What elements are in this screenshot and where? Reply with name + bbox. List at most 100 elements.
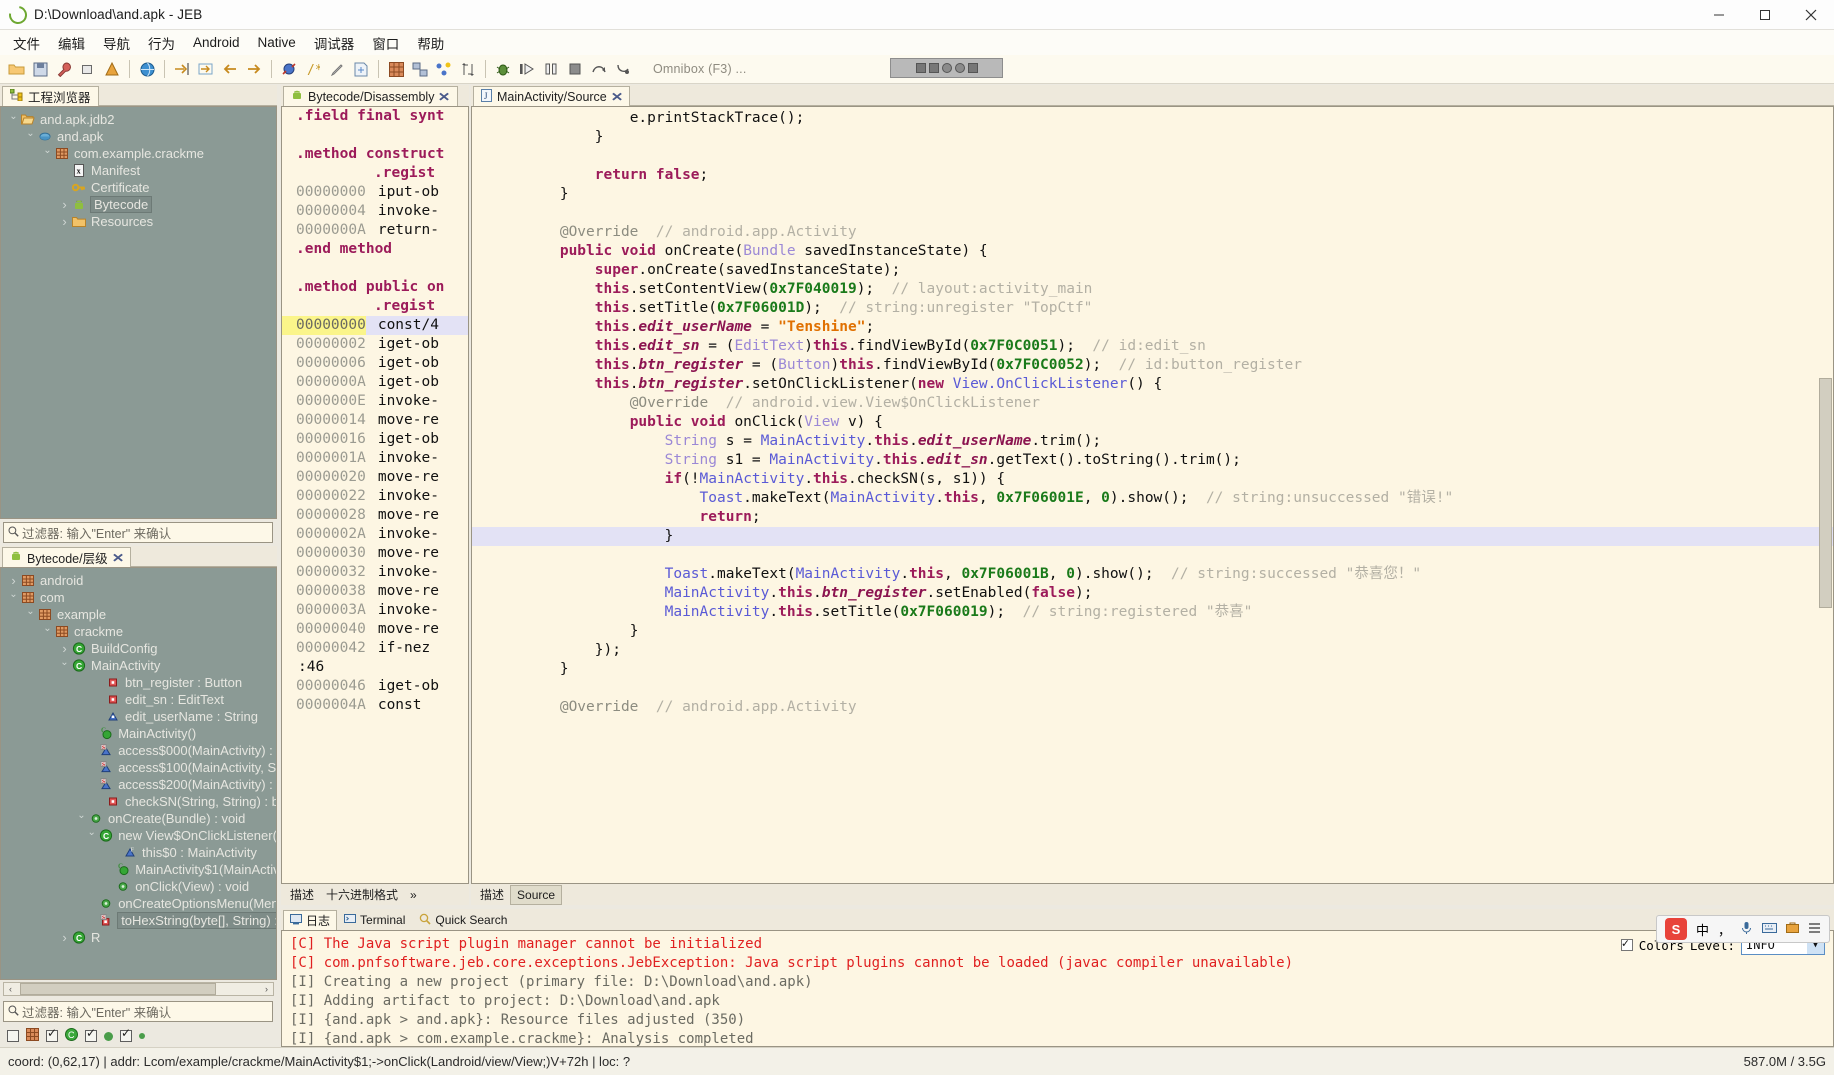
source-line[interactable] (472, 147, 1833, 166)
hierarchy-icon[interactable] (457, 58, 479, 80)
bytecode-line[interactable]: .field final synt (282, 107, 468, 126)
hierarchy-filter-input[interactable]: 过滤器: 输入"Enter" 来确认 (3, 1001, 273, 1022)
tree-item[interactable]: C MainActivity (7, 657, 276, 674)
source-line[interactable]: public void onCreate(Bundle savedInstanc… (472, 242, 1833, 261)
tree-item[interactable]: C MainActivity$1(MainActivity) (7, 861, 276, 878)
tree-item[interactable]: Fthis$0 : MainActivity (7, 844, 276, 861)
subtab-source[interactable]: Source (510, 884, 563, 905)
source-code-view[interactable]: e.printStackTrace(); } return false; } @… (471, 106, 1834, 884)
toolbar-status-widget[interactable] (890, 58, 1003, 78)
source-line[interactable]: } (472, 185, 1833, 204)
tree-item[interactable]: edit_sn : EditText (7, 691, 276, 708)
tab-quick-search[interactable]: Quick Search (412, 910, 514, 930)
maximize-button[interactable] (1742, 0, 1788, 30)
tree-item[interactable]: checkSN(String, String) : boolean (7, 793, 276, 810)
bytecode-line[interactable]: 00000046 iget-ob (282, 677, 468, 696)
ime-punctuation-icon[interactable]: ， (1718, 920, 1731, 939)
tree-item[interactable]: StoHexString(byte[], String) : String (7, 912, 276, 929)
bytecode-line[interactable]: 00000000 const/4 (282, 316, 468, 335)
bytecode-line[interactable]: :46 (282, 658, 468, 677)
method-filter-icon[interactable] (104, 1031, 113, 1041)
source-line[interactable]: @Override // android.view.View$OnClickLi… (472, 394, 1833, 413)
bytecode-line[interactable]: 00000006 iget-ob (282, 354, 468, 373)
close-icon[interactable]: ✕ (611, 90, 624, 104)
source-line[interactable]: this.btn_register = (Button)this.findVie… (472, 356, 1833, 375)
bytecode-line[interactable]: 00000002 iget-ob (282, 335, 468, 354)
source-line[interactable]: this.edit_sn = (EditText)this.findViewBy… (472, 337, 1833, 356)
bytecode-line[interactable]: 0000000A return- (282, 221, 468, 240)
tab-bytecode-disassembly[interactable]: Bytecode/Disassembly ✕ (283, 86, 458, 106)
grid-table-icon[interactable] (385, 58, 407, 80)
checkbox-icon[interactable]: ✓ (46, 1026, 58, 1042)
field-filter-icon[interactable] (139, 1033, 145, 1039)
stop-icon[interactable] (564, 58, 586, 80)
source-line[interactable]: @Override // android.app.Activity (472, 698, 1833, 717)
bytecode-line[interactable] (282, 259, 468, 278)
ime-toolbox-icon[interactable] (1786, 921, 1799, 937)
menu-edit[interactable]: 编辑 (49, 31, 94, 55)
source-line[interactable]: } (472, 660, 1833, 679)
minimize-button[interactable] (1696, 0, 1742, 30)
subtab-description[interactable]: 描述 (284, 884, 320, 905)
menu-action[interactable]: 行为 (139, 31, 184, 55)
menu-debugger[interactable]: 调试器 (305, 31, 364, 55)
bytecode-line[interactable]: .end method (282, 240, 468, 259)
chevron-down-icon[interactable] (75, 813, 88, 824)
window-icon[interactable] (77, 58, 99, 80)
tree-item[interactable]: Saccess$200(MainActivity) : Button (7, 776, 276, 793)
source-line[interactable]: }); (472, 641, 1833, 660)
source-line[interactable]: String s = MainActivity.this.edit_userNa… (472, 432, 1833, 451)
checkbox-icon[interactable]: ✓ (120, 1026, 132, 1042)
tree-item[interactable]: Resources (7, 213, 276, 230)
tree-item[interactable]: x Manifest (7, 162, 276, 179)
refactor-icon[interactable] (278, 58, 300, 80)
chevron-down-icon[interactable] (24, 609, 37, 620)
source-line[interactable]: super.onCreate(savedInstanceState); (472, 261, 1833, 280)
omnibox-input[interactable]: Omnibox (F3) ... (653, 62, 747, 76)
source-line[interactable]: } (472, 622, 1833, 641)
chevron-down-icon[interactable] (7, 592, 20, 603)
open-folder-icon[interactable] (5, 58, 27, 80)
source-line[interactable]: MainActivity.this.setTitle(0x7F060019); … (472, 603, 1833, 622)
globe-icon[interactable] (136, 58, 158, 80)
source-line[interactable] (472, 204, 1833, 223)
ime-keyboard-icon[interactable] (1762, 922, 1777, 937)
tab-log[interactable]: 日志 (283, 910, 338, 930)
tree-item[interactable]: Cnew View$OnClickListener() {...} (7, 827, 276, 844)
source-line[interactable]: this.edit_userName = "Tenshine"; (472, 318, 1833, 337)
close-button[interactable] (1788, 0, 1834, 30)
class-filter-icon[interactable]: C (65, 1028, 78, 1044)
call-graph-icon[interactable] (433, 58, 455, 80)
source-line[interactable]: e.printStackTrace(); (472, 109, 1833, 128)
warning-icon[interactable] (101, 58, 123, 80)
tree-item[interactable]: Saccess$000(MainActivity) : EditText (7, 742, 276, 759)
tree-item[interactable]: CR (7, 929, 276, 946)
bytecode-line[interactable]: 00000028 move-re (282, 506, 468, 525)
bytecode-line[interactable]: 00000032 invoke- (282, 563, 468, 582)
bytecode-line[interactable]: 00000040 move-re (282, 620, 468, 639)
tree-item[interactable]: com (7, 589, 276, 606)
close-icon[interactable]: ✕ (438, 90, 451, 104)
menu-navigate[interactable]: 导航 (94, 31, 139, 55)
ime-menu-icon[interactable] (1808, 922, 1821, 937)
menu-android[interactable]: Android (184, 33, 249, 52)
bytecode-line[interactable]: .method construct (282, 145, 468, 164)
export-icon[interactable] (350, 58, 372, 80)
source-line[interactable]: if(!MainActivity.this.checkSN(s, s1)) { (472, 470, 1833, 489)
source-line[interactable]: this.btn_register.setOnClickListener(new… (472, 375, 1833, 394)
chevron-down-icon[interactable] (41, 148, 54, 159)
tree-item[interactable]: com.example.crackme (7, 145, 276, 162)
chevron-down-icon[interactable] (41, 626, 54, 637)
tree-item[interactable]: android (7, 572, 276, 589)
source-line[interactable]: MainActivity.this.btn_register.setEnable… (472, 584, 1833, 603)
chevron-right-icon[interactable] (58, 930, 71, 945)
chevron-down-icon[interactable] (85, 830, 98, 841)
bytecode-line[interactable]: 0000002A invoke- (282, 525, 468, 544)
tab-mainactivity-source[interactable]: J MainActivity/Source ✕ (473, 86, 630, 106)
bytecode-line[interactable]: 0000001A invoke- (282, 449, 468, 468)
tree-item[interactable]: Certificate (7, 179, 276, 196)
comment-icon[interactable]: /* (302, 58, 324, 80)
subtab-more[interactable]: » (404, 886, 423, 904)
bytecode-line[interactable]: 00000016 iget-ob (282, 430, 468, 449)
scroll-left-icon[interactable]: ‹ (4, 983, 17, 995)
